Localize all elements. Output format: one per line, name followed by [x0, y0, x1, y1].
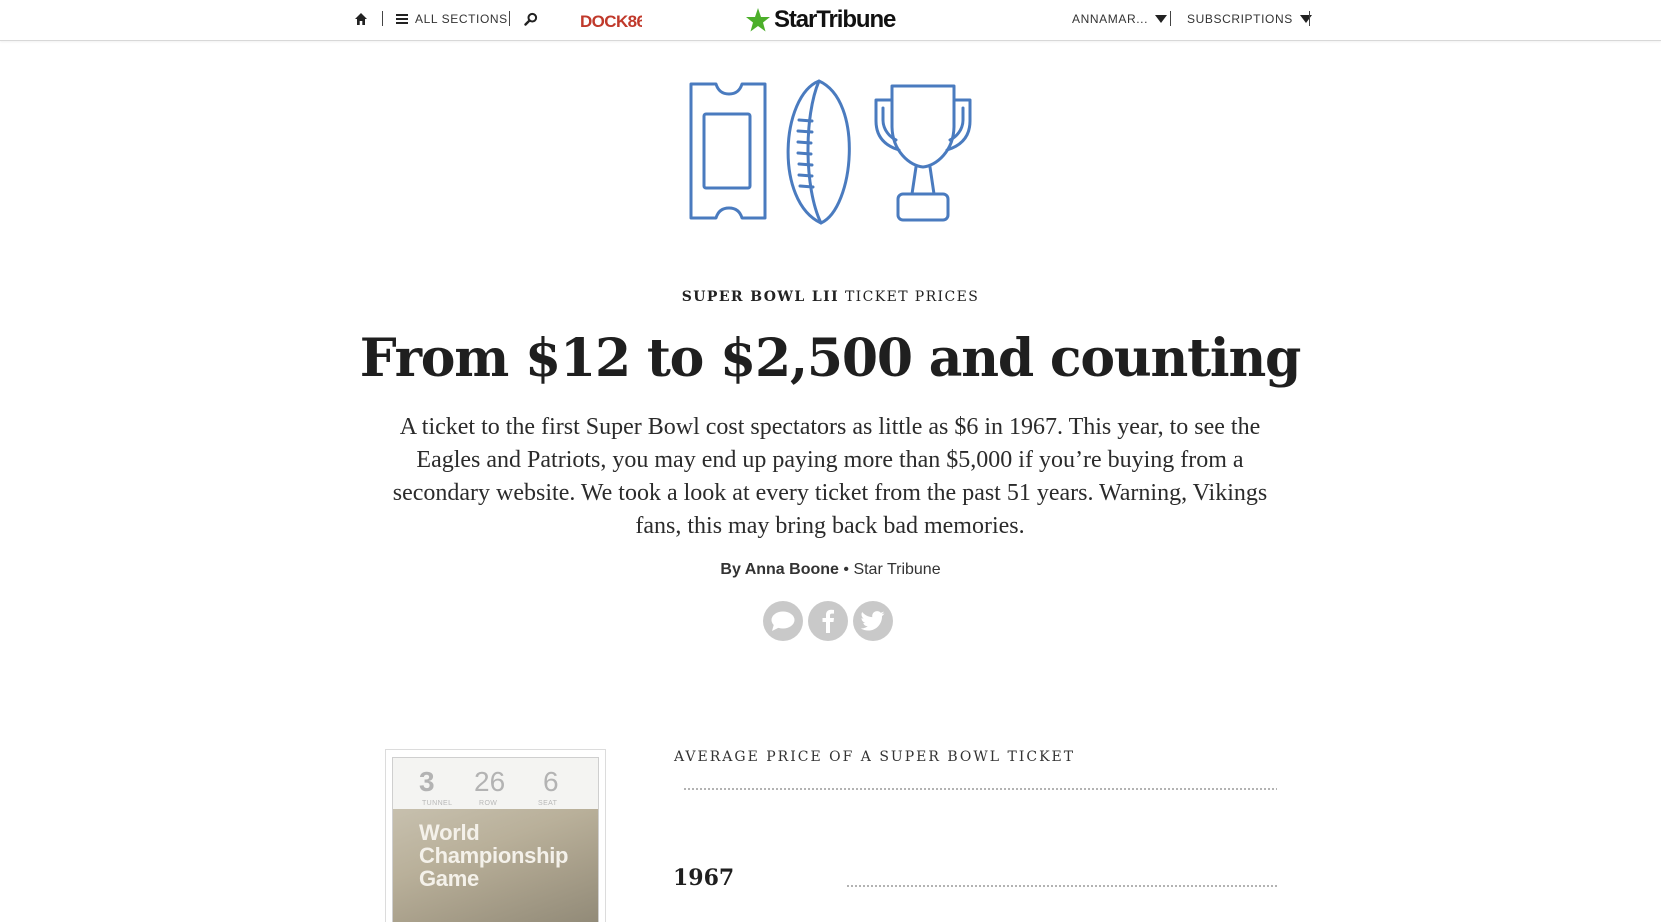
dotted-rule	[683, 788, 1277, 790]
nav-divider	[509, 11, 510, 26]
star-icon	[746, 8, 770, 32]
chevron-down-icon	[1299, 15, 1312, 23]
ticket-seat-label: SEAT	[538, 800, 558, 807]
twitter-share-button[interactable]	[853, 601, 893, 641]
byline: By Anna Boone • Star Tribune	[0, 561, 1661, 579]
chevron-down-icon	[1155, 15, 1168, 23]
article-dek: A ticket to the first Super Bowl cost sp…	[392, 414, 1268, 539]
nav-divider	[1170, 11, 1171, 26]
dock86-logo[interactable]: DOCK86	[580, 5, 642, 35]
ticket-title: World Championship Game	[419, 820, 569, 891]
subscriptions-menu[interactable]: SUBSCRIPTIONS	[1187, 0, 1312, 38]
ticket-tunnel-label: TUNNEL	[422, 800, 453, 807]
kicker-subtopic: TICKET PRICES	[844, 289, 980, 305]
hamburger-icon	[396, 14, 408, 24]
byline-separator: •	[843, 561, 849, 578]
dock86-logo-text: DOCK86	[580, 12, 642, 31]
home-icon[interactable]	[354, 0, 368, 38]
nav-divider	[1309, 11, 1310, 26]
share-buttons	[763, 601, 903, 643]
twitter-icon	[861, 611, 885, 631]
trophy-icon	[874, 84, 972, 222]
comment-icon	[771, 611, 795, 631]
ticket-image: 3 TUNNEL 26 ROW 6 SEAT World Championshi…	[385, 749, 606, 922]
dotted-rule	[846, 885, 1277, 887]
year-label: 1967	[673, 865, 735, 891]
ticket-tunnel-number: 3	[419, 766, 435, 797]
star-tribune-logo[interactable]: StarTribune	[745, 4, 896, 36]
facebook-icon	[822, 609, 834, 633]
facebook-share-button[interactable]	[808, 601, 848, 641]
byline-outlet: Star Tribune	[853, 561, 941, 578]
article-kicker: SUPER BOWL LII TICKET PRICES	[0, 289, 1661, 305]
star-tribune-logo-text: StarTribune	[774, 6, 896, 33]
hero-illustration	[686, 76, 986, 226]
ticket-row-label: ROW	[479, 800, 498, 807]
ticket-seat-number: 6	[543, 766, 559, 797]
ticket-seat-info: 3 TUNNEL 26 ROW 6 SEAT	[393, 758, 598, 809]
ticket-row-number: 26	[474, 766, 506, 797]
top-navigation-bar: ALL SECTIONS DOCK86 StarTribune ANNAMAR.…	[0, 0, 1661, 41]
ticket-icon	[689, 82, 767, 220]
football-icon	[786, 79, 851, 225]
all-sections-button[interactable]: ALL SECTIONS	[396, 0, 508, 38]
ticket-image-inner: 3 TUNNEL 26 ROW 6 SEAT World Championshi…	[392, 757, 599, 922]
kicker-topic: SUPER BOWL LII	[681, 289, 840, 305]
subscriptions-label: SUBSCRIPTIONS	[1187, 12, 1293, 26]
chart-label: AVERAGE PRICE OF A SUPER BOWL TICKET	[674, 749, 1076, 765]
search-icon[interactable]	[524, 0, 538, 38]
account-name: ANNAMAR...	[1072, 12, 1149, 26]
byline-author[interactable]: By Anna Boone	[720, 561, 839, 578]
comment-button[interactable]	[763, 601, 803, 641]
article-headline: From $12 to $2,500 and counting	[359, 328, 1302, 389]
nav-divider	[382, 11, 383, 26]
account-menu[interactable]: ANNAMAR...	[1072, 0, 1168, 38]
all-sections-label: ALL SECTIONS	[415, 12, 508, 26]
